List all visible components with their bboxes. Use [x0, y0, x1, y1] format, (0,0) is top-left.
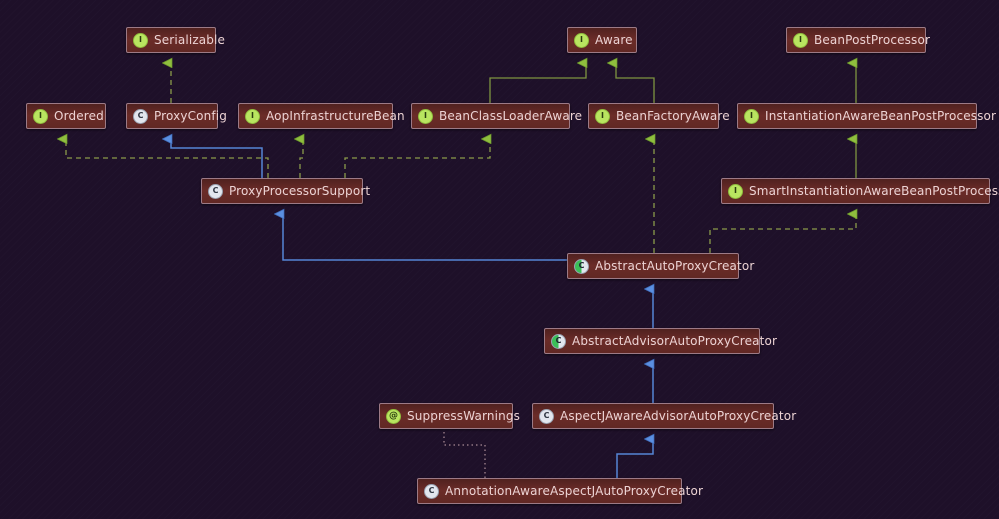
edge-abstractautoproxycreator-extends-proxyprocessorsupport [283, 214, 567, 261]
interface-icon: I [133, 32, 148, 48]
node-label: BeanFactoryAware [616, 109, 730, 123]
node-label: BeanClassLoaderAware [439, 109, 583, 123]
node-beanfactoryaware[interactable]: I BeanFactoryAware [588, 103, 730, 129]
edge-beanclassloaderaware-extends-aware [489, 63, 586, 103]
edge-abstractautoproxycreator-implements-smartinstantiationawarebpp [709, 214, 856, 253]
interface-icon: I [418, 108, 433, 124]
node-label: Serializable [154, 33, 226, 47]
edge-proxyprocessorsupport-extends-proxyconfig [171, 139, 263, 178]
node-serializable[interactable]: I Serializable [126, 27, 225, 53]
node-label: ProxyConfig [154, 109, 228, 123]
node-ordered[interactable]: I Ordered [26, 103, 106, 129]
node-label: BeanPostProcessor [814, 33, 931, 47]
node-label: AbstractAdvisorAutoProxyCreator [572, 334, 778, 348]
edge-proxyprocessorsupport-implements-aopinfrastructurebean [300, 139, 303, 178]
node-aware[interactable]: I Aware [567, 27, 637, 53]
edge-proxyprocessorsupport-implements-ordered [66, 139, 269, 178]
edge-proxyprocessorsupport-implements-beanclassloaderaware [344, 139, 490, 178]
node-suppresswarnings[interactable]: @ SuppressWarnings [379, 403, 520, 429]
node-label: AbstractAutoProxyCreator [595, 259, 755, 273]
edge-annotationawareaspectjautoproxycreator-extends-aspectjawareadvisorautoproxycreator [616, 439, 653, 478]
node-annotationawareaspectjautoproxycreator[interactable]: C AnnotationAwareAspectJAutoProxyCreator [417, 478, 703, 504]
node-label: Aware [595, 33, 633, 47]
node-abstractadvisorautoproxycreator[interactable]: C AbstractAdvisorAutoProxyCreator [544, 328, 777, 354]
interface-icon: I [33, 108, 48, 124]
node-label: AspectJAwareAdvisorAutoProxyCreator [560, 409, 797, 423]
node-label: SmartInstantiationAwareBeanPostProcessor [749, 184, 999, 198]
class-icon: C [133, 108, 148, 124]
node-label: AnnotationAwareAspectJAutoProxyCreator [445, 484, 704, 498]
interface-icon: I [595, 108, 610, 124]
interface-icon: I [574, 32, 589, 48]
node-proxyconfig[interactable]: C ProxyConfig [126, 103, 227, 129]
node-label: AopInfrastructureBean [266, 109, 405, 123]
uml-class-diagram-canvas[interactable]: I Serializable I Aware I BeanPostProcess… [0, 0, 999, 519]
edge-beanfactoryaware-extends-aware [616, 63, 655, 103]
node-label: Ordered [54, 109, 104, 123]
interface-icon: I [793, 32, 808, 48]
interface-icon: I [728, 183, 743, 199]
interface-icon: I [245, 108, 260, 124]
node-proxyprocessorsupport[interactable]: C ProxyProcessorSupport [201, 178, 370, 204]
abstract-class-icon: C [551, 333, 566, 349]
class-icon: C [539, 408, 554, 424]
node-beanpostprocessor[interactable]: I BeanPostProcessor [786, 27, 930, 53]
interface-icon: I [744, 108, 759, 124]
node-smartinstantiationawarebeanpostprocessor[interactable]: I SmartInstantiationAwareBeanPostProcess… [721, 178, 999, 204]
class-icon: C [208, 183, 223, 199]
node-label: SuppressWarnings [407, 409, 521, 423]
node-label: ProxyProcessorSupport [229, 184, 371, 198]
abstract-class-icon: C [574, 258, 589, 274]
node-abstractautoproxycreator[interactable]: C AbstractAutoProxyCreator [567, 253, 754, 279]
class-icon: C [424, 483, 439, 499]
node-aopinfrastructurebean[interactable]: I AopInfrastructureBean [238, 103, 405, 129]
annotation-icon: @ [386, 408, 401, 424]
node-aspectjawareadvisorautoproxycreator[interactable]: C AspectJAwareAdvisorAutoProxyCreator [532, 403, 796, 429]
edge-annotationawareaspectjautoproxycreator-annotatedby-suppresswarnings [443, 429, 486, 478]
edge-layer [0, 0, 999, 478]
node-instantiationawarebeanpostprocessor[interactable]: I InstantiationAwareBeanPostProcessor [737, 103, 996, 129]
node-label: InstantiationAwareBeanPostProcessor [765, 109, 997, 123]
node-beanclassloaderaware[interactable]: I BeanClassLoaderAware [411, 103, 582, 129]
